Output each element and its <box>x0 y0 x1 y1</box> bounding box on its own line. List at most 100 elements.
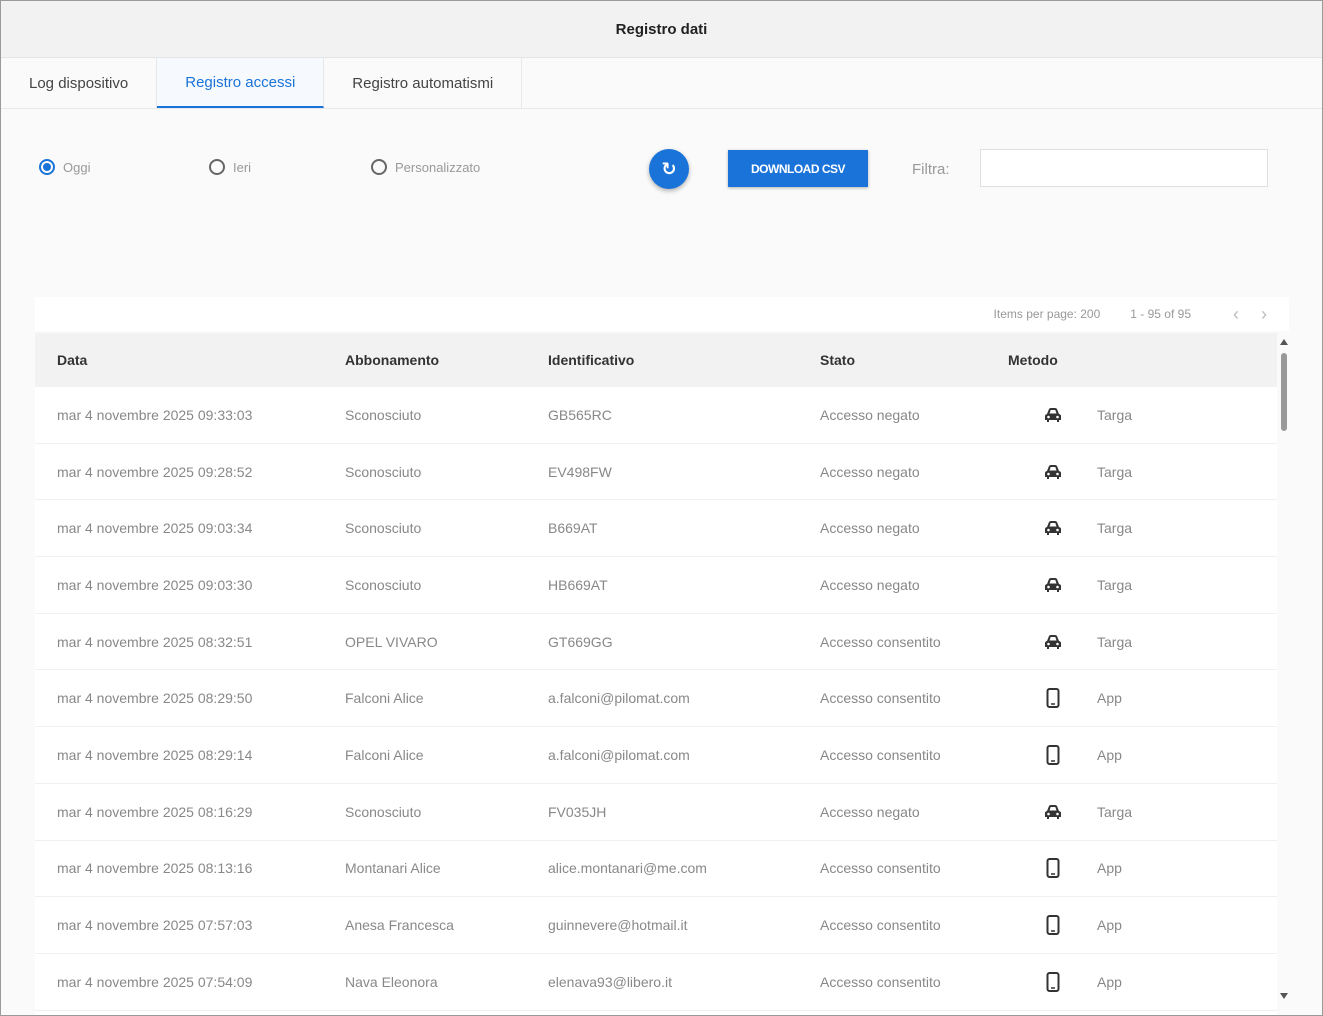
cell-data: mar 4 novembre 2025 09:33:03 <box>57 406 253 423</box>
table-row[interactable]: mar 4 novembre 2025 08:16:29 Sconosciuto… <box>35 784 1277 841</box>
tab-log-dispositivo[interactable]: Log dispositivo <box>1 58 158 108</box>
cell-identificativo: B669AT <box>548 520 598 537</box>
header-metodo[interactable]: Metodo <box>1008 352 1058 368</box>
cell-identificativo: EV498FW <box>548 463 612 480</box>
table-body: mar 4 novembre 2025 09:33:03 Sconosciuto… <box>35 387 1277 1011</box>
chevron-right-icon[interactable]: › <box>1261 304 1267 325</box>
filter-controls: Oggi Ieri Personalizzato ↻ DOWNLOAD CSV … <box>1 109 1322 229</box>
cell-data: mar 4 novembre 2025 08:16:29 <box>57 803 253 820</box>
phone-icon <box>1043 971 1063 992</box>
cell-identificativo: guinnevere@hotmail.it <box>548 917 688 934</box>
cell-data: mar 4 novembre 2025 07:54:09 <box>57 973 253 990</box>
cell-data: mar 4 novembre 2025 09:03:34 <box>57 520 253 537</box>
header-stato[interactable]: Stato <box>820 352 855 368</box>
table-row[interactable]: mar 4 novembre 2025 09:28:52 Sconosciuto… <box>35 444 1277 501</box>
cell-abbonamento: Sconosciuto <box>345 406 422 423</box>
phone-icon <box>1043 688 1063 709</box>
car-icon <box>1043 575 1063 595</box>
cell-metodo: Targa <box>1097 406 1133 423</box>
scrollbar[interactable] <box>1277 337 1291 1001</box>
cell-abbonamento: Sconosciuto <box>345 520 422 537</box>
cell-stato: Accesso consentito <box>820 633 941 650</box>
cell-data: mar 4 novembre 2025 08:32:51 <box>57 633 253 650</box>
cell-abbonamento: OPEL VIVARO <box>345 633 438 650</box>
table-row[interactable]: mar 4 novembre 2025 07:54:09 Nava Eleono… <box>35 954 1277 1011</box>
cell-metodo: Targa <box>1097 520 1133 537</box>
header-abbonamento[interactable]: Abbonamento <box>345 352 439 368</box>
cell-abbonamento: Sconosciuto <box>345 576 422 593</box>
radio-checked-icon <box>39 159 55 175</box>
download-csv-button[interactable]: DOWNLOAD CSV <box>728 150 868 187</box>
cell-metodo: Targa <box>1097 803 1133 820</box>
cell-abbonamento: Anesa Francesca <box>345 917 454 934</box>
cell-abbonamento: Falconi Alice <box>345 746 424 763</box>
cell-metodo: App <box>1097 746 1122 763</box>
scroll-down-icon[interactable] <box>1280 993 1288 999</box>
cell-abbonamento: Sconosciuto <box>345 803 422 820</box>
radio-oggi-label: Oggi <box>63 159 91 175</box>
radio-ieri[interactable]: Ieri <box>209 159 251 175</box>
tab-registro-accessi[interactable]: Registro accessi <box>157 58 325 108</box>
chevron-left-icon[interactable]: ‹ <box>1233 304 1239 325</box>
cell-stato: Accesso negato <box>820 803 920 820</box>
scrollbar-thumb[interactable] <box>1281 353 1287 431</box>
car-icon <box>1043 518 1063 538</box>
car-icon <box>1043 802 1063 822</box>
table-row[interactable]: mar 4 novembre 2025 08:32:51 OPEL VIVARO… <box>35 614 1277 671</box>
cell-identificativo: GB565RC <box>548 406 612 423</box>
table-row[interactable]: mar 4 novembre 2025 07:57:03 Anesa Franc… <box>35 897 1277 954</box>
car-icon <box>1043 462 1063 482</box>
cell-identificativo: a.falconi@pilomat.com <box>548 746 690 763</box>
access-log-table: Data Abbonamento Identificativo Stato Me… <box>35 333 1277 1015</box>
tab-registro-automatismi[interactable]: Registro automatismi <box>324 58 523 108</box>
cell-data: mar 4 novembre 2025 09:03:30 <box>57 576 253 593</box>
radio-personalizzato[interactable]: Personalizzato <box>371 159 480 175</box>
cell-metodo: App <box>1097 973 1122 990</box>
table-row[interactable]: mar 4 novembre 2025 08:13:16 Montanari A… <box>35 841 1277 898</box>
refresh-button[interactable]: ↻ <box>649 149 689 189</box>
cell-stato: Accesso negato <box>820 520 920 537</box>
cell-stato: Accesso negato <box>820 406 920 423</box>
car-icon <box>1043 405 1063 425</box>
cell-identificativo: a.falconi@pilomat.com <box>548 690 690 707</box>
header-data[interactable]: Data <box>57 352 87 368</box>
cell-abbonamento: Montanari Alice <box>345 860 441 877</box>
cell-identificativo: HB669AT <box>548 576 608 593</box>
table-row[interactable]: mar 4 novembre 2025 08:29:50 Falconi Ali… <box>35 670 1277 728</box>
cell-stato: Accesso consentito <box>820 917 941 934</box>
phone-icon <box>1043 858 1063 879</box>
radio-oggi[interactable]: Oggi <box>39 159 90 175</box>
radio-unchecked-icon <box>209 159 225 175</box>
car-icon <box>1043 632 1063 652</box>
phone-icon <box>1043 744 1063 765</box>
table-row[interactable]: mar 4 novembre 2025 08:29:14 Falconi Ali… <box>35 727 1277 784</box>
cell-stato: Accesso consentito <box>820 973 941 990</box>
scroll-up-icon[interactable] <box>1280 339 1288 345</box>
radio-personalizzato-label: Personalizzato <box>395 159 481 175</box>
cell-stato: Accesso negato <box>820 576 920 593</box>
cell-abbonamento: Falconi Alice <box>345 690 424 707</box>
cell-data: mar 4 novembre 2025 07:57:03 <box>57 917 253 934</box>
cell-metodo: App <box>1097 690 1122 707</box>
filter-input[interactable] <box>980 149 1268 187</box>
cell-abbonamento: Nava Eleonora <box>345 973 438 990</box>
table-row[interactable]: mar 4 novembre 2025 09:33:03 Sconosciuto… <box>35 387 1277 444</box>
tab-bar: Log dispositivo Registro accessi Registr… <box>1 58 1322 109</box>
radio-unchecked-icon <box>371 159 387 175</box>
table-row[interactable]: mar 4 novembre 2025 09:03:34 Sconosciuto… <box>35 500 1277 558</box>
page-range: 1 - 95 of 95 <box>1130 307 1191 321</box>
table-row[interactable]: mar 4 novembre 2025 09:03:30 Sconosciuto… <box>35 557 1277 614</box>
header-identificativo[interactable]: Identificativo <box>548 352 634 368</box>
cell-stato: Accesso consentito <box>820 860 941 877</box>
items-per-page[interactable]: Items per page: 200 <box>994 307 1101 321</box>
phone-icon <box>1043 915 1063 936</box>
cell-stato: Accesso consentito <box>820 690 941 707</box>
cell-metodo: Targa <box>1097 576 1133 593</box>
cell-identificativo: elenava93@libero.it <box>548 973 672 990</box>
cell-metodo: Targa <box>1097 463 1133 480</box>
cell-data: mar 4 novembre 2025 08:29:14 <box>57 746 253 763</box>
cell-stato: Accesso consentito <box>820 746 941 763</box>
cell-stato: Accesso negato <box>820 463 920 480</box>
radio-ieri-label: Ieri <box>233 159 252 175</box>
cell-metodo: Targa <box>1097 633 1133 650</box>
